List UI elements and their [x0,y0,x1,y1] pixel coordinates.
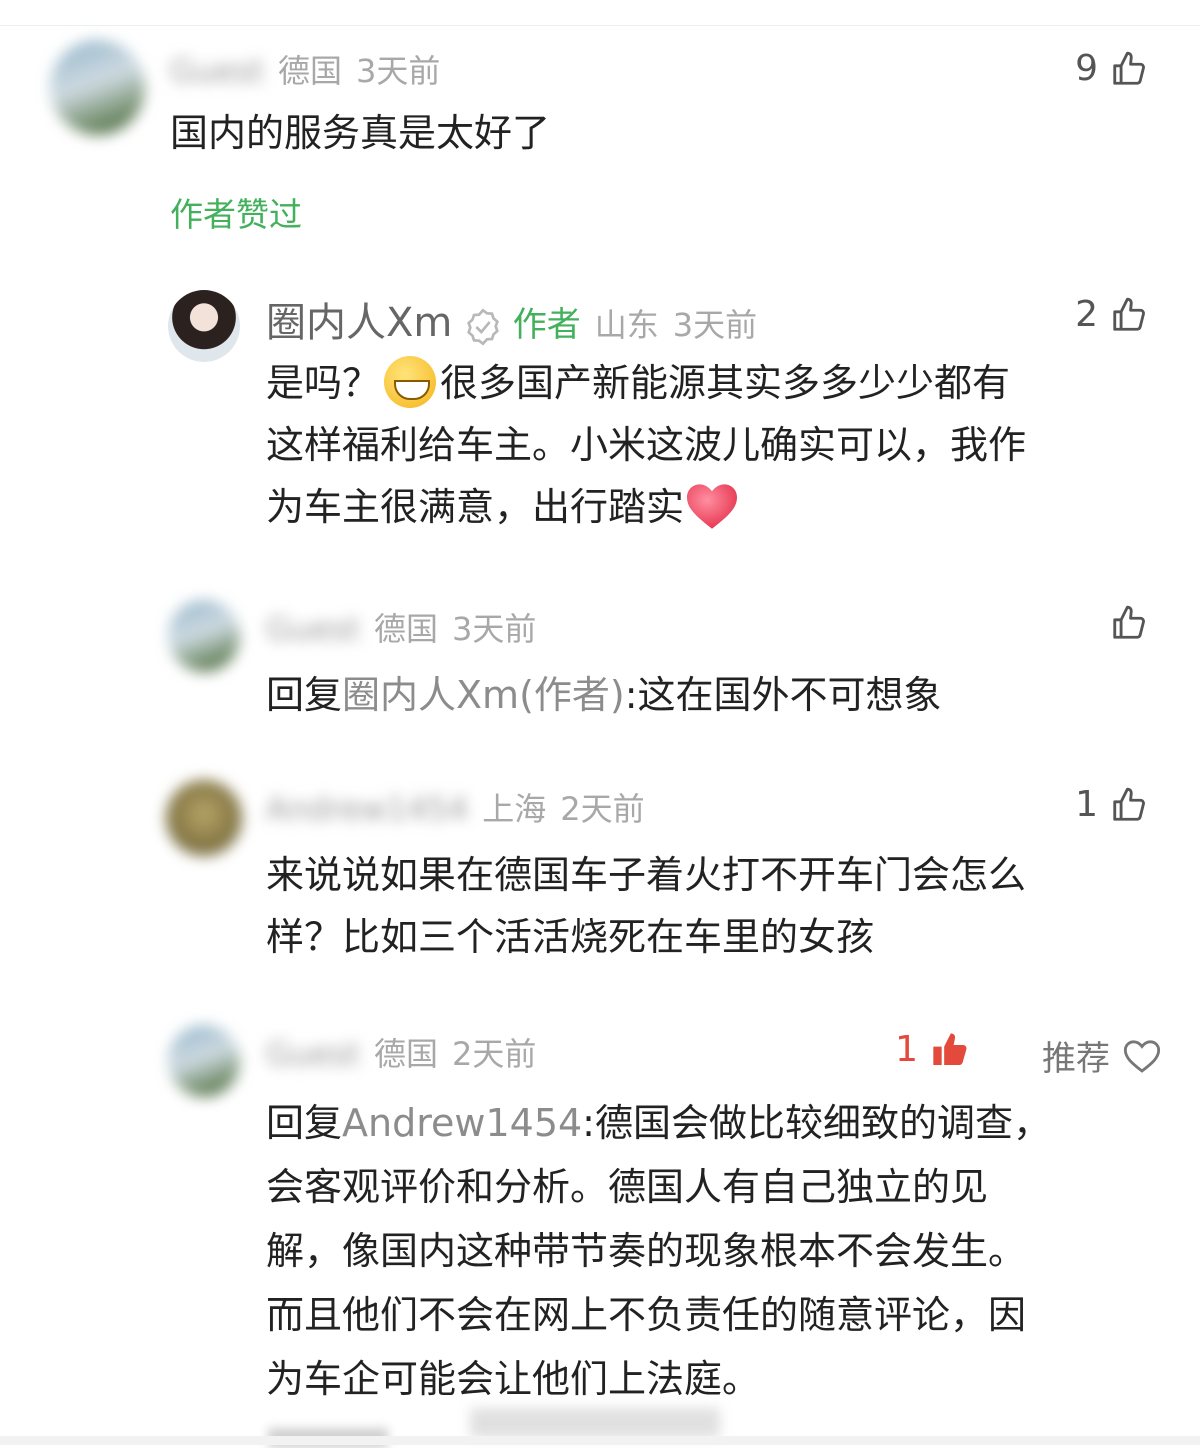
verified-icon [466,308,499,346]
like-button[interactable]: 1 [895,1029,970,1070]
comment-line: 来说说如果在德国车子着火打不开车门会怎么 [266,853,1027,897]
liked-by-author-label: 作者赞过 [170,195,302,234]
timestamp: 2天前 [452,1035,537,1073]
comment-line: 为车企可能会让他们上法庭。 [266,1357,761,1401]
comment-line: 是吗？ 很多国产新能源其实多多少少都有 [266,352,1166,414]
comment-text: 回复Andrew1454:德国会做比较细致的调查， 会客观评价和分析。德国人有自… [266,1091,1176,1411]
location: 德国 [373,1035,438,1073]
username[interactable]: Guest [266,1035,360,1073]
heart-outline-icon [1123,1039,1161,1073]
comment-text: 来说说如果在德国车子着火打不开车门会怎么 样？比如三个活活烧死在车里的女孩 [266,844,1166,968]
location: 上海 [482,790,547,828]
grin-emoji [384,355,437,408]
watermark-blur [470,1408,720,1438]
like-count: 2 [1075,294,1098,335]
timestamp: 3天前 [452,610,537,648]
heart-emoji [687,483,738,529]
recommend-label: 推荐 [1042,1039,1110,1079]
comment-item: 圈内人Xm 作者 山东 3天前 2 是吗？ 很多国产新能源其实多多少少都有 这样福利给… [0,280,1200,570]
avatar[interactable] [168,1025,240,1097]
comment-meta: Guest 德国 2天前 [266,1029,536,1075]
reply-mention[interactable]: 圈内人Xm(作者) [342,673,625,717]
comment-item: Guest 德国 3天前 9 国内的服务真是太好了 作者赞过 [0,30,1200,250]
reply-mention[interactable]: Andrew1454 [342,1101,582,1145]
timestamp: 3天前 [356,52,441,90]
like-count: 1 [895,1029,918,1070]
like-count: 9 [1075,48,1098,89]
location: 山东 [594,306,659,344]
comment-meta: 圈内人Xm 作者 山东 3天前 [266,290,757,348]
comment-text: 国内的服务真是太好了 [170,111,551,155]
timestamp: 3天前 [672,306,758,344]
like-button[interactable]: 9 [1075,48,1148,89]
thumb-up-icon [1113,605,1145,639]
comment-text: 回复圈内人Xm(作者):这在国外不可想象 [266,673,942,717]
username[interactable]: 圈内人Xm [266,290,452,348]
top-divider [0,25,1200,26]
like-button[interactable] [1098,604,1148,642]
thumb-up-icon [1113,51,1145,85]
username[interactable]: Andrew1454 [266,790,468,828]
recommend-button[interactable]: 推荐 [1042,1031,1162,1080]
like-button[interactable]: 2 [1075,294,1148,335]
comment-line: 会客观评价和分析。德国人有自己独立的见 [266,1165,989,1209]
avatar[interactable] [168,600,240,672]
thumb-up-icon [1113,787,1145,821]
avatar[interactable] [166,780,242,856]
like-count: 1 [1075,784,1098,825]
author-badge: 作者 [512,305,581,345]
username[interactable]: Guest [170,52,264,90]
comment-line: 为车主很满意，出行踏实 [266,476,1166,538]
username[interactable]: Guest [266,610,360,648]
comment-meta: Guest 德国 3天前 [266,604,536,650]
comment-meta: Guest 德国 3天前 [170,46,440,92]
comment-line: 这样福利给车主。小米这波儿确实可以，我作 [266,423,1027,467]
comment-line: 回复Andrew1454:德国会做比较细致的调查， [266,1101,1051,1145]
thumb-up-icon [1113,297,1145,331]
bottom-bar [0,1436,1200,1445]
comment-item: Andrew1454 上海 2天前 1 来说说如果在德国车子着火打不开车门会怎么 样… [0,770,1200,990]
comment-item: Guest 德国 3天前 回复圈内人Xm(作者):这在国外不可想象 [0,590,1200,740]
like-button[interactable]: 1 [1075,784,1148,825]
comment-line: 样？比如三个活活烧死在车里的女孩 [266,915,875,959]
location: 德国 [277,52,342,90]
timestamp: 2天前 [560,790,645,828]
location: 德国 [373,610,438,648]
comment-text: 是吗？ 很多国产新能源其实多多少少都有 这样福利给车主。小米这波儿确实可以，我作 … [266,352,1166,538]
comment-line: 解，像国内这种带节奏的现象根本不会发生。 [266,1229,1027,1273]
avatar[interactable] [168,290,240,362]
thumb-up-filled-icon [933,1032,967,1065]
comment-meta: Andrew1454 上海 2天前 [266,784,645,830]
comment-line: 而且他们不会在网上不负责任的随意评论，因 [266,1293,1027,1337]
avatar[interactable] [50,40,145,135]
comment-item: Guest 德国 2天前 1 推荐 回复Andrew1454:德国会做比较细致的调查… [0,1015,1200,1435]
